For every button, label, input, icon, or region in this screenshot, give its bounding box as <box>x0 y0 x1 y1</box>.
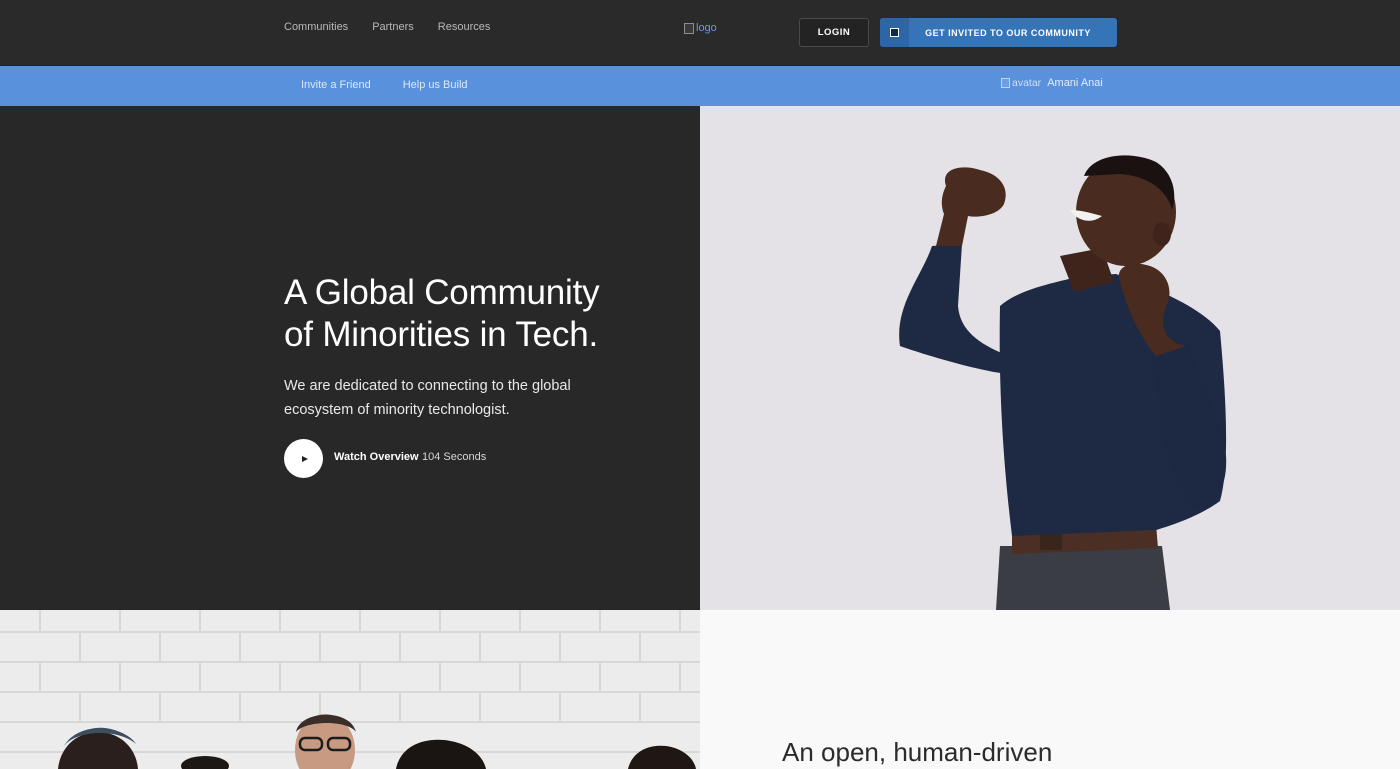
hero-subtitle-line-1: We are dedicated to connecting to the gl… <box>284 378 571 394</box>
broken-image-icon <box>684 22 694 34</box>
get-invited-button[interactable]: GET INVITED TO OUR COMMUNITY <box>880 18 1117 47</box>
play-icon <box>301 455 308 462</box>
square-icon <box>890 28 899 37</box>
hero-subtitle-line-2: ecosystem of minority technologist. <box>284 402 510 418</box>
invite-friend-link[interactable]: Invite a Friend <box>301 79 371 91</box>
square-icon-wrap <box>880 18 909 47</box>
watch-overview-link[interactable]: Watch Overview <box>334 451 419 463</box>
get-invited-label: GET INVITED TO OUR COMMUNITY <box>925 27 1091 38</box>
hero-title: A Global Community of Minorities in Tech… <box>284 272 644 356</box>
team-photo-illustration <box>0 610 700 769</box>
video-duration: 104 Seconds <box>422 451 487 463</box>
hero-title-line-2: of Minorities in Tech. <box>284 315 598 354</box>
help-us-build-link[interactable]: Help us Build <box>403 79 468 91</box>
hero-title-line-1: A Global Community <box>284 273 600 312</box>
user-name: Amani Anai <box>1047 77 1103 89</box>
login-button[interactable]: LOGIN <box>799 18 869 47</box>
broken-image-icon <box>1001 78 1010 88</box>
play-video-button[interactable] <box>284 439 323 478</box>
hero-text-panel <box>0 106 700 610</box>
team-photo <box>0 610 700 769</box>
primary-nav-links: Communities Partners Resources <box>284 21 490 33</box>
avatar: avatar <box>1001 77 1041 89</box>
nav-link-resources[interactable]: Resources <box>438 21 491 33</box>
logo-alt-text: logo <box>696 22 717 34</box>
user-menu[interactable]: avatar Amani Anai <box>1001 77 1103 89</box>
hero-subtitle: We are dedicated to connecting to the gl… <box>284 374 604 422</box>
celebrating-man-illustration <box>899 155 1227 610</box>
section-heading: An open, human-driven <box>782 737 1053 767</box>
sub-nav: Invite a Friend Help us Build avatar Ama… <box>0 66 1400 106</box>
avatar-alt-text: avatar <box>1012 77 1042 89</box>
sub-nav-links: Invite a Friend Help us Build <box>301 79 468 91</box>
nav-link-communities[interactable]: Communities <box>284 21 348 33</box>
hero-photo <box>700 106 1400 610</box>
site-logo[interactable]: logo <box>684 22 717 34</box>
nav-link-partners[interactable]: Partners <box>372 21 414 33</box>
top-nav: Communities Partners Resources logo LOGI… <box>0 0 1400 66</box>
